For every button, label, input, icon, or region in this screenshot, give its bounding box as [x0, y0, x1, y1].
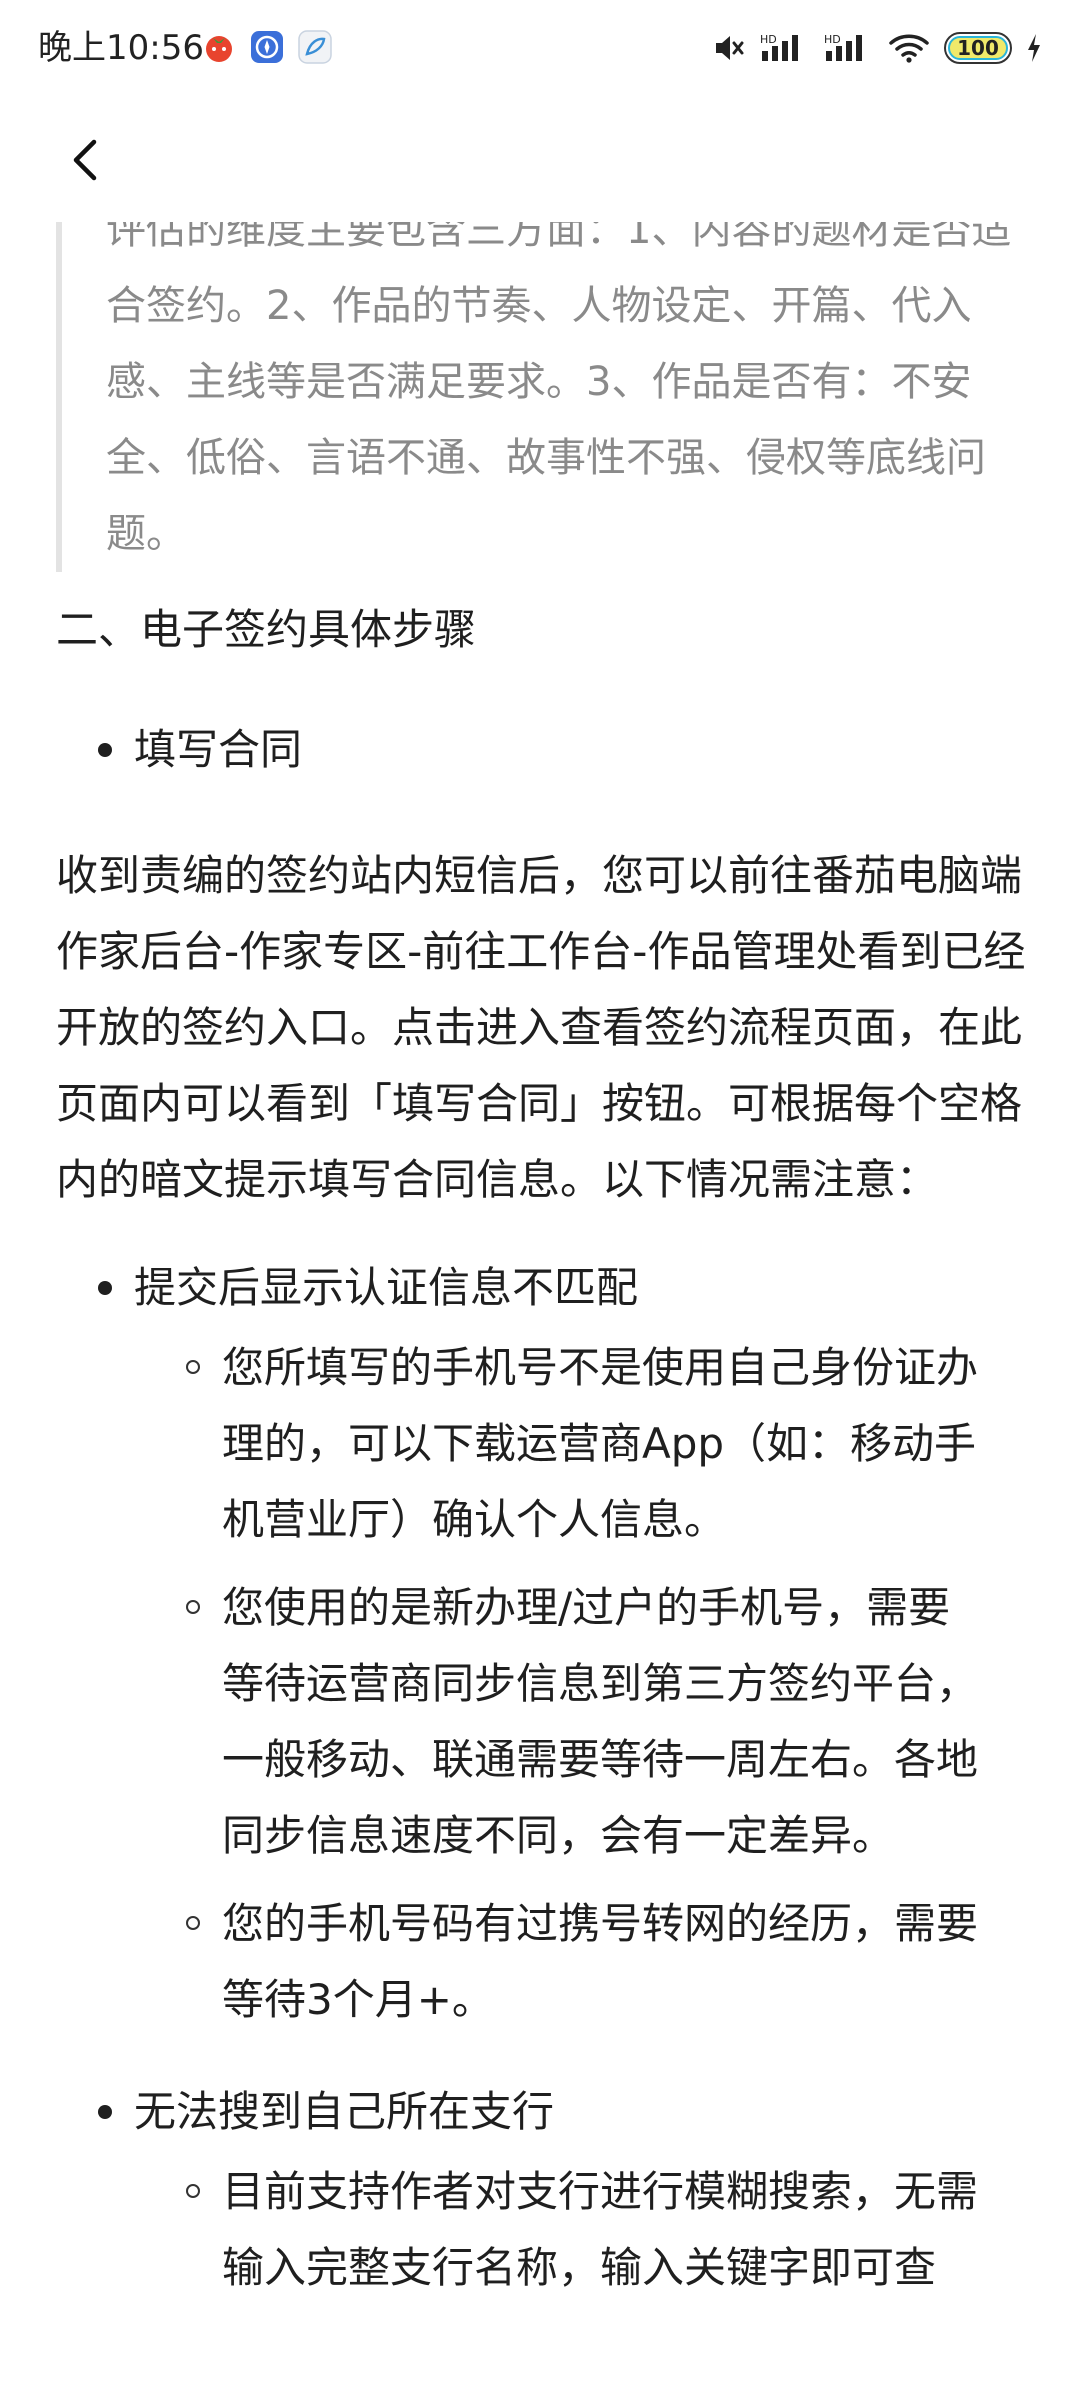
bullet-dot [98, 743, 112, 757]
list-item: 您的手机号码有过携号转网的经历，需要等待3个月+。 [134, 1886, 1040, 2038]
issue-detail: 目前支持作者对支行进行模糊搜索，无需输入完整支行名称，输入关键字即可查 [222, 2167, 979, 2292]
nav-bar [0, 100, 1080, 222]
list-item: 您使用的是新办理/过户的手机号，需要等待运营商同步信息到第三方签约平台，一般移动… [134, 1570, 1040, 1874]
issue-title: 无法搜到自己所在支行 [134, 2087, 555, 2136]
instruction-paragraph: 收到责编的签约站内短信后，您可以前往番茄电脑端作家后台-作家专区-前往工作台-作… [56, 851, 1026, 1204]
bullet-dot [98, 1281, 112, 1295]
issue-detail: 您使用的是新办理/过户的手机号，需要等待运营商同步信息到第三方签约平台，一般移动… [222, 1583, 979, 1860]
article-scroll: 评估的维度主要包含三方面：1、内容的题材是否适合签约。2、作品的节奏、人物设定、… [0, 222, 1080, 2318]
issue-detail: 您的手机号码有过携号转网的经历，需要等待3个月+。 [222, 1899, 979, 2024]
issue-sublist: 目前支持作者对支行进行模糊搜索，无需输入完整支行名称，输入关键字即可查 [134, 2154, 1040, 2306]
compass-app-icon [251, 31, 283, 63]
quote-block: 评估的维度主要包含三方面：1、内容的题材是否适合签约。2、作品的节奏、人物设定、… [56, 222, 1016, 572]
list-item: 目前支持作者对支行进行模糊搜索，无需输入完整支行名称，输入关键字即可查 [134, 2154, 1040, 2306]
status-time: 晚上10:56 [38, 28, 204, 68]
battery-icon: 100 [944, 32, 1012, 64]
section-title: 二、电子签约具体步骤 [56, 605, 477, 654]
svg-text:HD: HD [824, 33, 841, 46]
bullet-circle [186, 1916, 200, 1930]
bullet-circle [186, 2184, 200, 2198]
battery-level: 100 [957, 36, 999, 60]
bullet-dot [98, 2105, 112, 2119]
svg-text:HD: HD [760, 33, 777, 46]
issue-item: 提交后显示认证信息不匹配 您所填写的手机号不是使用自己身份证办理的，可以下载运营… [0, 1250, 1080, 2038]
chevron-left-icon [73, 139, 97, 181]
bullet-circle [186, 1600, 200, 1614]
back-button[interactable] [56, 130, 116, 190]
issue-list: 提交后显示认证信息不匹配 您所填写的手机号不是使用自己身份证办理的，可以下载运营… [0, 1250, 1080, 2306]
mute-icon [716, 36, 744, 60]
wifi-icon [889, 34, 929, 63]
list-item: 填写合同 [0, 712, 1080, 788]
list-item: 您所填写的手机号不是使用自己身份证办理的，可以下载运营商App（如：移动手机营业… [134, 1330, 1040, 1558]
article-content[interactable]: 评估的维度主要包含三方面：1、内容的题材是否适合签约。2、作品的节奏、人物设定、… [0, 222, 1080, 2400]
quote-text: 评估的维度主要包含三方面：1、内容的题材是否适合签约。2、作品的节奏、人物设定、… [106, 222, 1012, 557]
signal-icon: HD [824, 33, 862, 61]
step-list: 填写合同 [0, 712, 1080, 788]
signal-icon: HD [760, 33, 798, 61]
charging-icon [1028, 34, 1040, 62]
notification-icons [202, 30, 332, 64]
issue-item: 无法搜到自己所在支行 目前支持作者对支行进行模糊搜索，无需输入完整支行名称，输入… [0, 2074, 1080, 2306]
status-indicators: HD HD 100 [712, 28, 1042, 68]
status-bar: 晚上10:56 HD HD 100 [0, 0, 1080, 100]
feather-app-icon [298, 30, 332, 64]
issue-title: 提交后显示认证信息不匹配 [134, 1263, 639, 1312]
step-fill-contract: 填写合同 [134, 725, 303, 774]
tomato-app-icon [206, 36, 232, 62]
issue-detail: 您所填写的手机号不是使用自己身份证办理的，可以下载运营商App（如：移动手机营业… [222, 1343, 979, 1544]
issue-sublist: 您所填写的手机号不是使用自己身份证办理的，可以下载运营商App（如：移动手机营业… [134, 1330, 1040, 2038]
bullet-circle [186, 1360, 200, 1374]
